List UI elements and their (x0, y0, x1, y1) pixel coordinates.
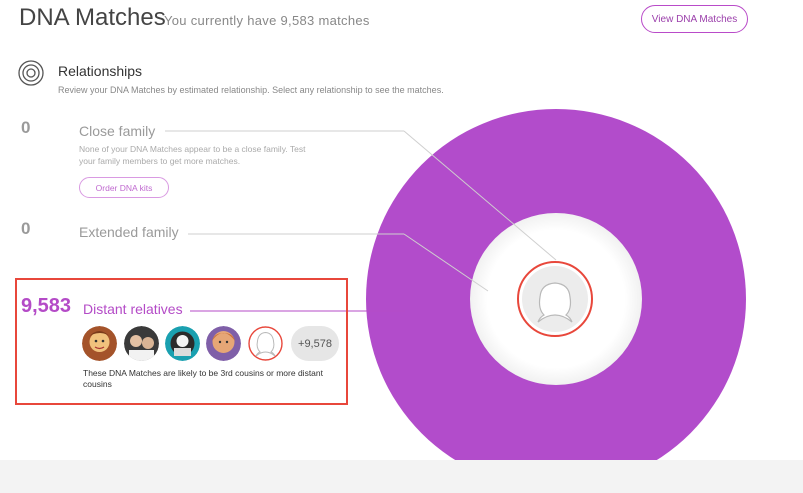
order-dna-kits-button[interactable]: Order DNA kits (79, 177, 169, 198)
relationships-description: Review your DNA Matches by estimated rel… (58, 85, 444, 95)
match-count-subtitle: You currently have 9,583 matches (164, 13, 370, 28)
match-avatar-1[interactable] (82, 326, 117, 361)
distant-relatives-label[interactable]: Distant relatives (83, 301, 183, 317)
match-avatar-3[interactable] (165, 326, 200, 361)
match-avatar-4[interactable] (206, 326, 241, 361)
relationships-heading: Relationships (58, 63, 143, 79)
distant-relatives-count: 9,583 (21, 295, 72, 317)
center-profile-avatar[interactable] (517, 261, 593, 337)
page-title: DNA Matches (19, 4, 166, 31)
view-dna-matches-button[interactable]: View DNA Matches (641, 5, 748, 33)
more-matches-chip[interactable]: +9,578 (291, 326, 339, 361)
extended-family-label[interactable]: Extended family (79, 224, 179, 240)
extended-family-count: 0 (21, 219, 31, 238)
distant-relatives-description: These DNA Matches are likely to be 3rd c… (83, 368, 323, 389)
match-avatar-placeholder[interactable] (248, 326, 283, 361)
match-avatar-2[interactable] (124, 326, 159, 361)
footer-band (0, 460, 803, 493)
close-family-count: 0 (21, 118, 31, 137)
target-icon (18, 60, 44, 86)
close-family-description: None of your DNA Matches appear to be a … (79, 144, 306, 166)
close-family-label[interactable]: Close family (79, 123, 155, 139)
